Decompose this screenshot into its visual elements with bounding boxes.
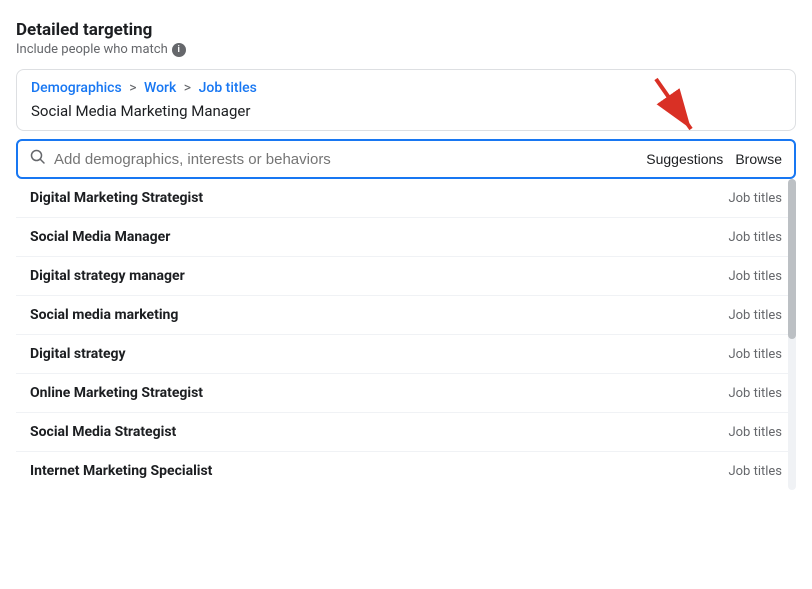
search-actions: Suggestions Browse (646, 151, 782, 167)
table-row[interactable]: Digital strategy Job titles (16, 335, 796, 374)
result-name-2: Digital strategy manager (30, 268, 185, 284)
scrollbar-track (788, 179, 796, 490)
result-name-4: Digital strategy (30, 346, 126, 362)
search-input[interactable] (54, 151, 638, 168)
section-title: Detailed targeting (16, 20, 796, 40)
suggestions-button[interactable]: Suggestions (646, 151, 723, 167)
breadcrumb-work[interactable]: Work (144, 80, 176, 96)
result-name-1: Social Media Manager (30, 229, 170, 245)
browse-button[interactable]: Browse (735, 151, 782, 167)
result-category-1: Job titles (728, 230, 782, 245)
search-wrapper: Suggestions Browse Digital Marketing Str… (16, 139, 796, 490)
table-row[interactable]: Digital strategy manager Job titles (16, 257, 796, 296)
selected-tag-value: Social Media Marketing Manager (31, 102, 781, 120)
breadcrumb: Demographics > Work > Job titles (31, 80, 781, 96)
table-row[interactable]: Online Marketing Strategist Job titles (16, 374, 796, 413)
result-name-5: Online Marketing Strategist (30, 385, 203, 401)
result-category-5: Job titles (728, 386, 782, 401)
table-row[interactable]: Digital Marketing Strategist Job titles (16, 179, 796, 218)
info-icon[interactable]: i (172, 43, 186, 57)
selected-tag-box: Demographics > Work > Job titles Social … (16, 69, 796, 131)
scrollbar-thumb[interactable] (788, 179, 796, 339)
breadcrumb-job-titles[interactable]: Job titles (199, 80, 257, 96)
result-category-3: Job titles (728, 308, 782, 323)
result-category-7: Job titles (728, 464, 782, 479)
result-name-3: Social media marketing (30, 307, 178, 323)
breadcrumb-sep1: > (129, 80, 136, 96)
result-category-6: Job titles (728, 425, 782, 440)
table-row[interactable]: Internet Marketing Specialist Job titles (16, 452, 796, 490)
result-name-6: Social Media Strategist (30, 424, 176, 440)
breadcrumb-sep2: > (184, 80, 191, 96)
table-row[interactable]: Social media marketing Job titles (16, 296, 796, 335)
subtitle-text: Include people who match (16, 42, 168, 57)
result-category-4: Job titles (728, 347, 782, 362)
result-name-0: Digital Marketing Strategist (30, 190, 203, 206)
results-list: Digital Marketing Strategist Job titles … (16, 179, 796, 490)
result-name-7: Internet Marketing Specialist (30, 463, 212, 479)
search-icon (30, 149, 46, 169)
results-container: Digital Marketing Strategist Job titles … (16, 179, 796, 490)
result-category-0: Job titles (728, 191, 782, 206)
result-category-2: Job titles (728, 269, 782, 284)
search-box: Suggestions Browse (16, 139, 796, 179)
table-row[interactable]: Social Media Manager Job titles (16, 218, 796, 257)
section-subtitle: Include people who match i (16, 42, 796, 57)
section-header: Detailed targeting Include people who ma… (16, 20, 796, 57)
table-row[interactable]: Social Media Strategist Job titles (16, 413, 796, 452)
breadcrumb-demographics[interactable]: Demographics (31, 80, 122, 96)
